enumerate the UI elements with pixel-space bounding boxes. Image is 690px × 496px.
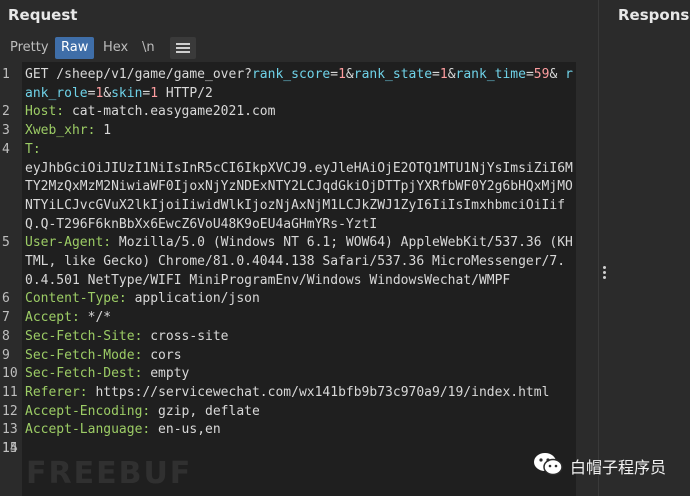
code-token: &	[345, 67, 354, 82]
panel-resize-handle[interactable]	[602, 266, 608, 282]
code-token: 59	[533, 67, 550, 82]
code-token: https://servicewechat.com/wx141bfb9b73c9…	[87, 384, 550, 400]
code-token: Xweb_xhr:	[25, 123, 96, 139]
code-token: Accept-Language:	[25, 422, 151, 438]
line-text[interactable]: GET /sheep/v1/game/game_over?rank_score=…	[25, 66, 576, 103]
code-line[interactable]: 1 GET /sheep/v1/game/game_over?rank_score…	[0, 66, 576, 103]
line-number: 2	[2, 104, 10, 120]
hamburger-icon	[176, 43, 190, 53]
request-editor[interactable]: 1 GET /sheep/v1/game/game_over?rank_score…	[0, 62, 576, 496]
code-token: application/json	[126, 291, 260, 307]
code-token: eyJhbGciOiJIUzI1NiIsInR5cCI6IkpXVCJ9.eyJ…	[25, 160, 573, 232]
code-token: =	[330, 67, 339, 82]
code-token: 1	[338, 67, 346, 82]
code-line[interactable]: 3 Xweb_xhr: 1	[0, 122, 576, 141]
code-token: skin	[111, 85, 143, 101]
code-token: User-Agent:	[25, 235, 112, 251]
code-token: gzip, deflate	[150, 403, 260, 419]
code-token: Sec-Fetch-Dest:	[25, 366, 143, 382]
line-number: 10	[2, 366, 18, 382]
code-token: Content-Type:	[25, 291, 127, 307]
code-token: cross-site	[142, 328, 229, 344]
code-line[interactable]: 4 T: eyJhbGciOiJIUzI1NiIsInR5cCI6IkpXVCJ9…	[0, 141, 576, 235]
code-token: GET /sheep/v1/game/game_over?	[25, 67, 252, 82]
code-token: Host:	[25, 104, 65, 120]
line-number: 8	[2, 328, 10, 344]
line-number: 5	[2, 235, 10, 251]
code-line[interactable]: 8 Sec-Fetch-Site: cross-site	[0, 328, 576, 347]
code-line[interactable]: 11 Referer: https://servicewechat.com/wx1…	[0, 384, 576, 403]
line-number: 12	[2, 403, 18, 419]
code-token: 1	[95, 123, 112, 139]
code-token: Accept-Encoding:	[25, 403, 151, 419]
tab-raw[interactable]: Raw	[55, 37, 95, 59]
wechat-icon	[534, 453, 563, 476]
line-text[interactable]: Content-Type: application/json	[25, 290, 576, 309]
watermark: FREEBUF	[26, 456, 193, 491]
code-token: rank_score	[251, 67, 331, 82]
code-token: Accept:	[25, 310, 80, 326]
line-text[interactable]: Sec-Fetch-Mode: cors	[25, 347, 576, 366]
raw-request-text[interactable]: 1 GET /sheep/v1/game/game_over?rank_score…	[0, 66, 576, 456]
code-token: rank_time	[455, 67, 526, 82]
code-token: HTTP/2	[158, 85, 213, 101]
code-line[interactable]: 6 Content-Type: application/json	[0, 290, 576, 309]
code-token: rank_state	[353, 67, 433, 82]
code-line[interactable]: 2 Host: cat-match.easygame2021.com	[0, 103, 576, 122]
line-text[interactable]: Accept-Encoding: gzip, deflate	[25, 403, 576, 422]
line-number: 6	[2, 291, 10, 307]
code-token: cat-match.easygame2021.com	[64, 104, 276, 120]
code-token: Sec-Fetch-Mode:	[25, 347, 143, 363]
code-token: &	[549, 67, 566, 82]
line-number: 3	[2, 123, 10, 139]
code-line[interactable]: 12 Accept-Encoding: gzip, deflate	[0, 403, 576, 422]
code-token: empty	[142, 366, 190, 382]
line-number: 13	[2, 422, 18, 438]
line-text[interactable]: Accept: */*	[25, 309, 576, 328]
tab-pretty[interactable]: Pretty	[4, 37, 55, 59]
code-token: 1	[150, 85, 159, 101]
brand-name: 白帽子程序员	[570, 458, 667, 477]
line-number: 15	[2, 441, 18, 457]
code-token: &	[447, 67, 456, 82]
request-title: Request	[8, 6, 78, 24]
line-text[interactable]: Host: cat-match.easygame2021.com	[25, 103, 576, 122]
code-line[interactable]: 7 Accept: */*	[0, 309, 576, 328]
code-token: T:	[25, 141, 41, 157]
line-text[interactable]: Sec-Fetch-Site: cross-site	[25, 328, 576, 347]
line-number: 4	[2, 141, 10, 157]
line-text[interactable]: Referer: https://servicewechat.com/wx141…	[25, 384, 576, 403]
line-number: 7	[2, 310, 10, 326]
menu-button[interactable]	[170, 37, 196, 59]
request-toolbar: Pretty Raw Hex \n	[0, 34, 598, 62]
line-text[interactable]: Xweb_xhr: 1	[25, 122, 576, 141]
code-token: cors	[142, 347, 182, 363]
header: Request Response	[0, 0, 690, 34]
code-token: =	[525, 67, 534, 82]
line-number: 1	[2, 67, 10, 82]
line-number: 11	[2, 384, 18, 400]
code-line[interactable]: 13 Accept-Language: en-us,en	[0, 421, 576, 440]
line-text[interactable]: User-Agent: Mozilla/5.0 (Windows NT 6.1;…	[25, 234, 576, 290]
show-newlines-button[interactable]: \n	[136, 37, 161, 59]
line-text[interactable]: Accept-Language: en-us,en	[25, 421, 576, 440]
code-token: Referer:	[25, 384, 88, 400]
code-token: */*	[79, 310, 112, 326]
line-number: 9	[2, 347, 10, 363]
panel-divider[interactable]	[598, 0, 599, 496]
code-line[interactable]: 10 Sec-Fetch-Dest: empty	[0, 365, 576, 384]
line-text[interactable]: Sec-Fetch-Dest: empty	[25, 365, 576, 384]
code-line[interactable]: 5 User-Agent: Mozilla/5.0 (Windows NT 6.1…	[0, 234, 576, 290]
code-token: &	[103, 85, 112, 101]
line-text[interactable]: T: eyJhbGciOiJIUzI1NiIsInR5cCI6IkpXVCJ9.…	[25, 141, 576, 235]
response-title: Response	[618, 6, 690, 24]
code-token: 1	[439, 67, 448, 82]
code-token: Sec-Fetch-Site:	[25, 328, 143, 344]
code-token: =	[432, 67, 440, 82]
code-token: en-us,en	[150, 422, 221, 438]
tab-hex[interactable]: Hex	[97, 37, 134, 59]
code-line[interactable]: 9 Sec-Fetch-Mode: cors	[0, 347, 576, 366]
